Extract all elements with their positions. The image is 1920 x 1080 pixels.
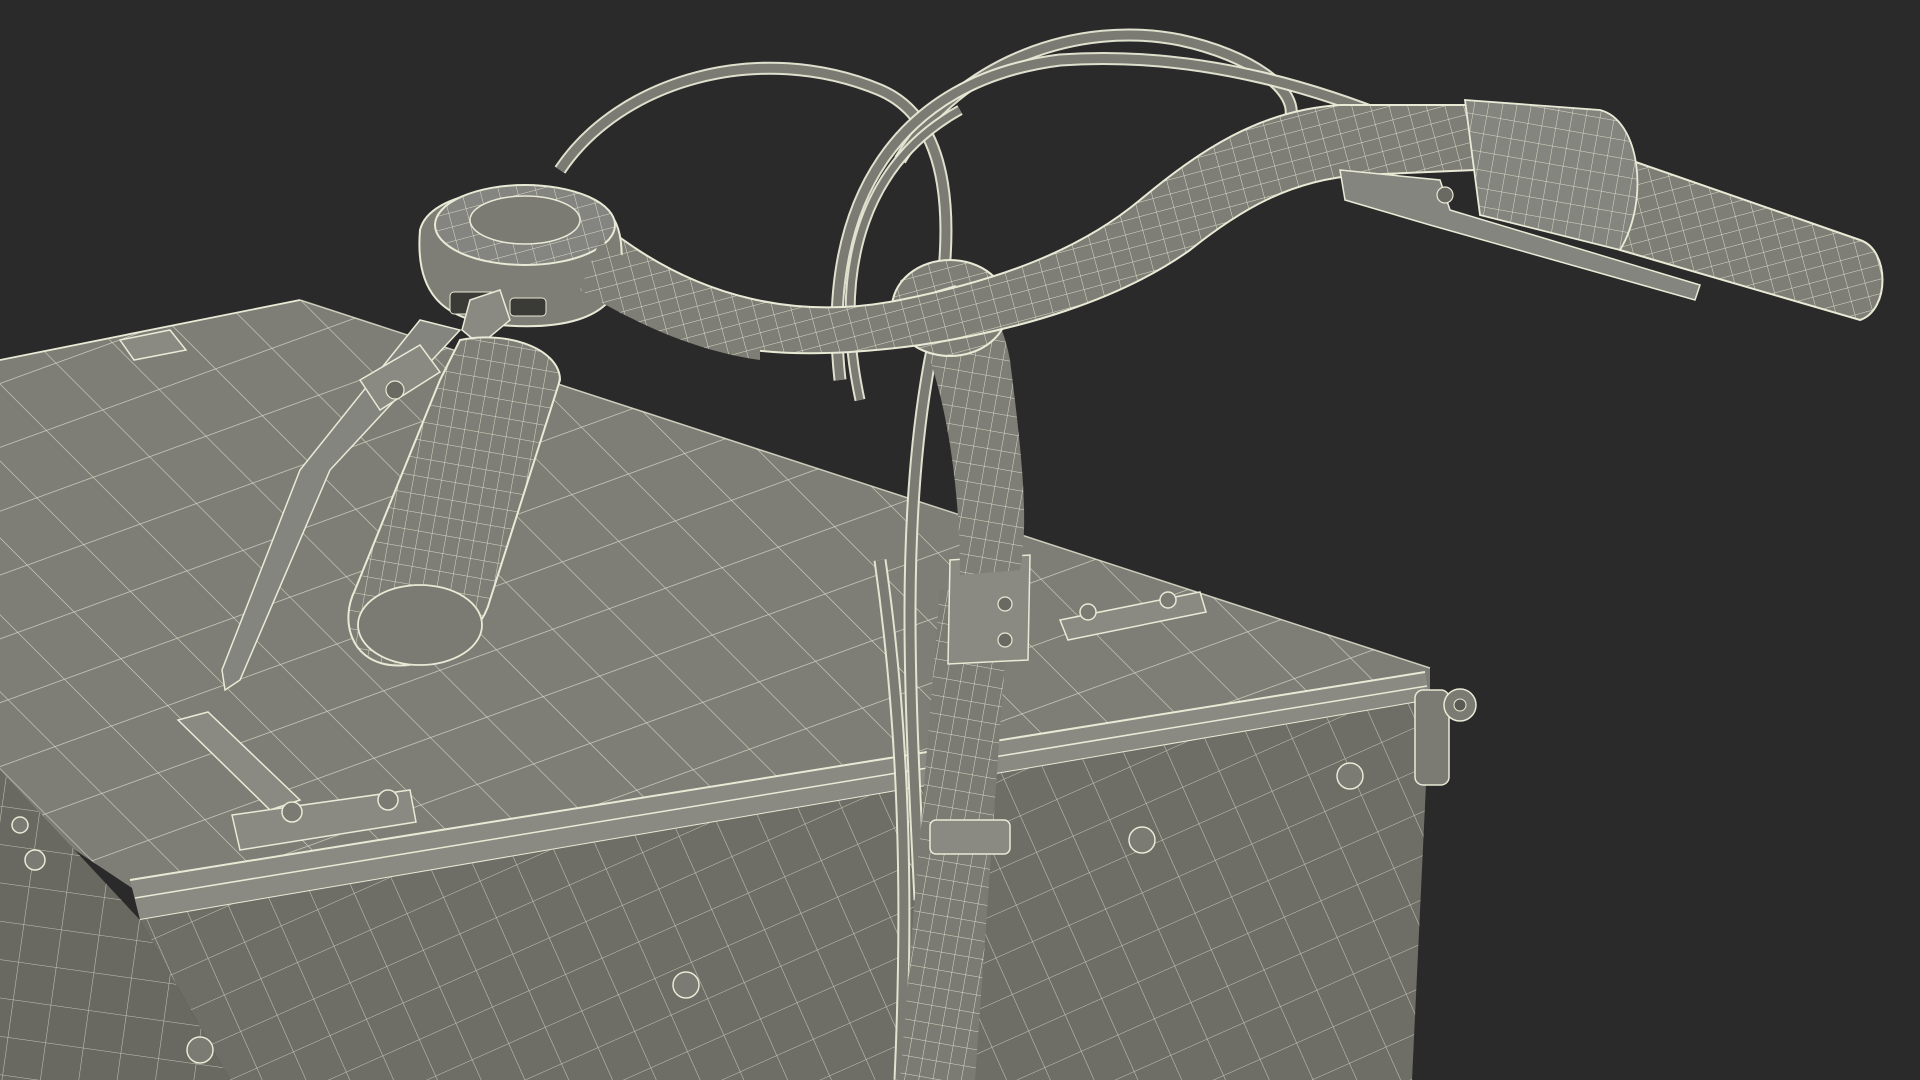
side-hinge-right [1414,688,1477,786]
bell [418,184,623,328]
right-grip [1618,158,1884,322]
wireframe-render [0,28,1884,1080]
cargo-box [0,299,1431,1080]
render-viewport [0,0,1920,1080]
